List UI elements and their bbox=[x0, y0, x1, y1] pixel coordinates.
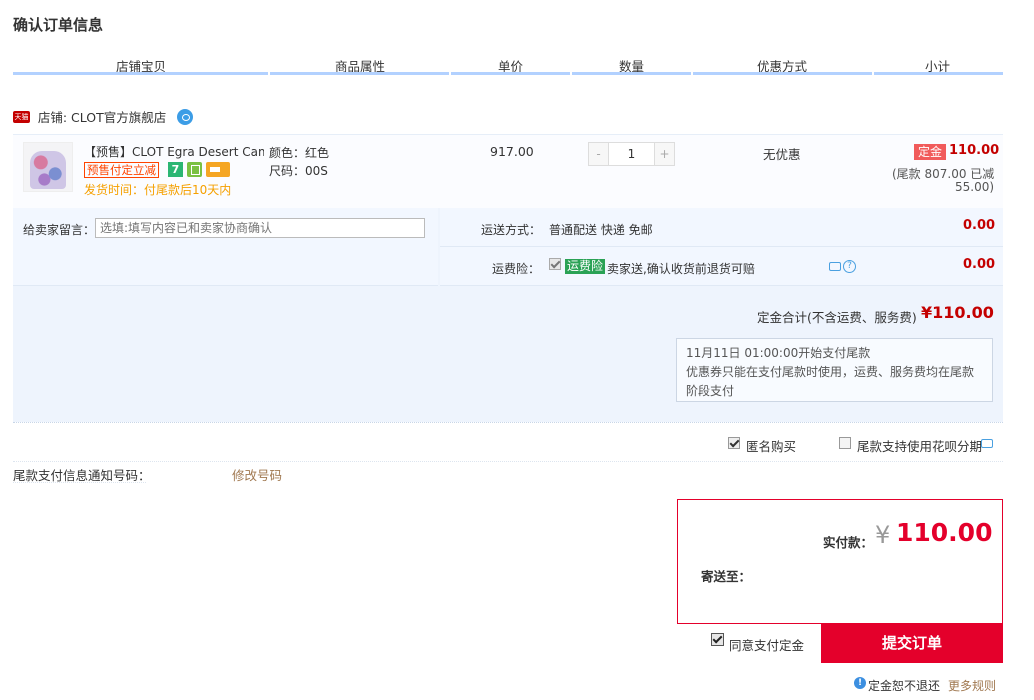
more-rules-link[interactable]: 更多规则 bbox=[948, 677, 996, 694]
unit-price: 917.00 bbox=[490, 144, 534, 159]
presale-discount-badge: 预售付定立减 bbox=[84, 162, 159, 178]
deposit-total-amount: ¥110.00 bbox=[921, 303, 994, 322]
help-question-icon[interactable]: ? bbox=[843, 260, 856, 273]
shop-name-link[interactable]: 店铺: CLOT官方旗舰店 bbox=[38, 110, 166, 125]
chat-bubble-icon[interactable] bbox=[981, 439, 993, 448]
currency-symbol: ¥ bbox=[875, 521, 891, 549]
send-to-label: 寄送至： bbox=[701, 569, 752, 584]
shipping-method-value: 普通配送 快递 免邮 bbox=[549, 223, 653, 237]
page-title: 确认订单信息 bbox=[13, 16, 104, 34]
header-underline bbox=[13, 72, 1003, 75]
deposit-total-label: 定金合计(不含运费、服务费) bbox=[757, 310, 917, 325]
quantity-increase-button[interactable]: + bbox=[654, 143, 674, 165]
deposit-amount: 110.00 bbox=[949, 143, 1000, 158]
tail-payment-line2: 55.00) bbox=[955, 180, 995, 194]
seven-day-return-icon[interactable]: 7 bbox=[168, 162, 183, 177]
quantity-decrease-button[interactable]: - bbox=[589, 143, 609, 165]
promotion-text: 无优惠 bbox=[763, 147, 801, 162]
product-thumbnail[interactable] bbox=[23, 142, 73, 192]
shop-row: 天猫 店铺: CLOT官方旗舰店 bbox=[13, 107, 194, 127]
product-name-link[interactable]: 【预售】CLOT Egra Desert Cam... bbox=[84, 143, 264, 160]
actual-payment-amount: 110.00 bbox=[896, 518, 993, 547]
wangwang-chat-icon[interactable] bbox=[177, 108, 194, 125]
shipping-insurance-text: 卖家送,确认收货前退货可赔 bbox=[607, 262, 755, 276]
notice-line-2: 优惠券只能在支付尾款时使用，运费、服务费均在尾款阶段支付 bbox=[686, 365, 975, 398]
submit-order-button[interactable]: 提交订单 bbox=[821, 624, 1003, 663]
insurance-amount: 0.00 bbox=[963, 257, 996, 272]
shipping-insurance-checkbox[interactable] bbox=[549, 258, 561, 270]
gift-icon[interactable] bbox=[187, 162, 202, 177]
deposit-non-refundable-text: 定金恕不退还 bbox=[868, 679, 941, 693]
shipping-insurance-tag: 运费险 bbox=[565, 259, 606, 274]
chat-bubble-icon[interactable] bbox=[829, 262, 841, 271]
presale-notice-box: 11月11日 01:00:00开始支付尾款 优惠券只能在支付尾款时使用，运费、服… bbox=[676, 338, 993, 402]
notice-line-1: 11月11日 01:00:00开始支付尾款 bbox=[686, 346, 871, 360]
table-header: 店铺宝贝 商品属性 单价 数量 优惠方式 小计 bbox=[13, 52, 1003, 78]
agree-deposit-label[interactable]: 同意支付定金 bbox=[729, 635, 804, 654]
product-size: 尺码：00S bbox=[269, 164, 328, 178]
anonymous-purchase-checkbox[interactable] bbox=[728, 437, 740, 449]
quantity-input[interactable] bbox=[610, 143, 653, 165]
shipping-method-label: 运送方式： bbox=[481, 223, 542, 237]
anonymous-purchase-label[interactable]: 匿名购买 bbox=[746, 436, 796, 455]
seller-message-label: 给卖家留言： bbox=[23, 223, 96, 237]
change-number-link[interactable]: 修改号码 bbox=[232, 465, 282, 484]
agree-deposit-checkbox[interactable] bbox=[711, 633, 724, 646]
credit-card-icon[interactable] bbox=[206, 162, 230, 177]
shipping-amount: 0.00 bbox=[963, 218, 996, 233]
product-color: 颜色：红色 bbox=[269, 146, 330, 160]
seller-message-input[interactable] bbox=[95, 218, 425, 238]
huabei-installment-checkbox[interactable] bbox=[839, 437, 851, 449]
huabei-installment-label[interactable]: 尾款支持使用花呗分期 bbox=[857, 436, 982, 455]
deposit-tag: 定金 bbox=[914, 144, 947, 160]
shipping-insurance-label: 运费险： bbox=[492, 262, 541, 276]
ship-time-text: 发货时间：付尾款后10天内 bbox=[84, 183, 232, 197]
tmall-logo-icon: 天猫 bbox=[13, 110, 30, 123]
actual-payment-label: 实付款： bbox=[823, 535, 874, 550]
quantity-stepper: - + bbox=[588, 142, 675, 166]
info-icon: ! bbox=[854, 677, 866, 689]
